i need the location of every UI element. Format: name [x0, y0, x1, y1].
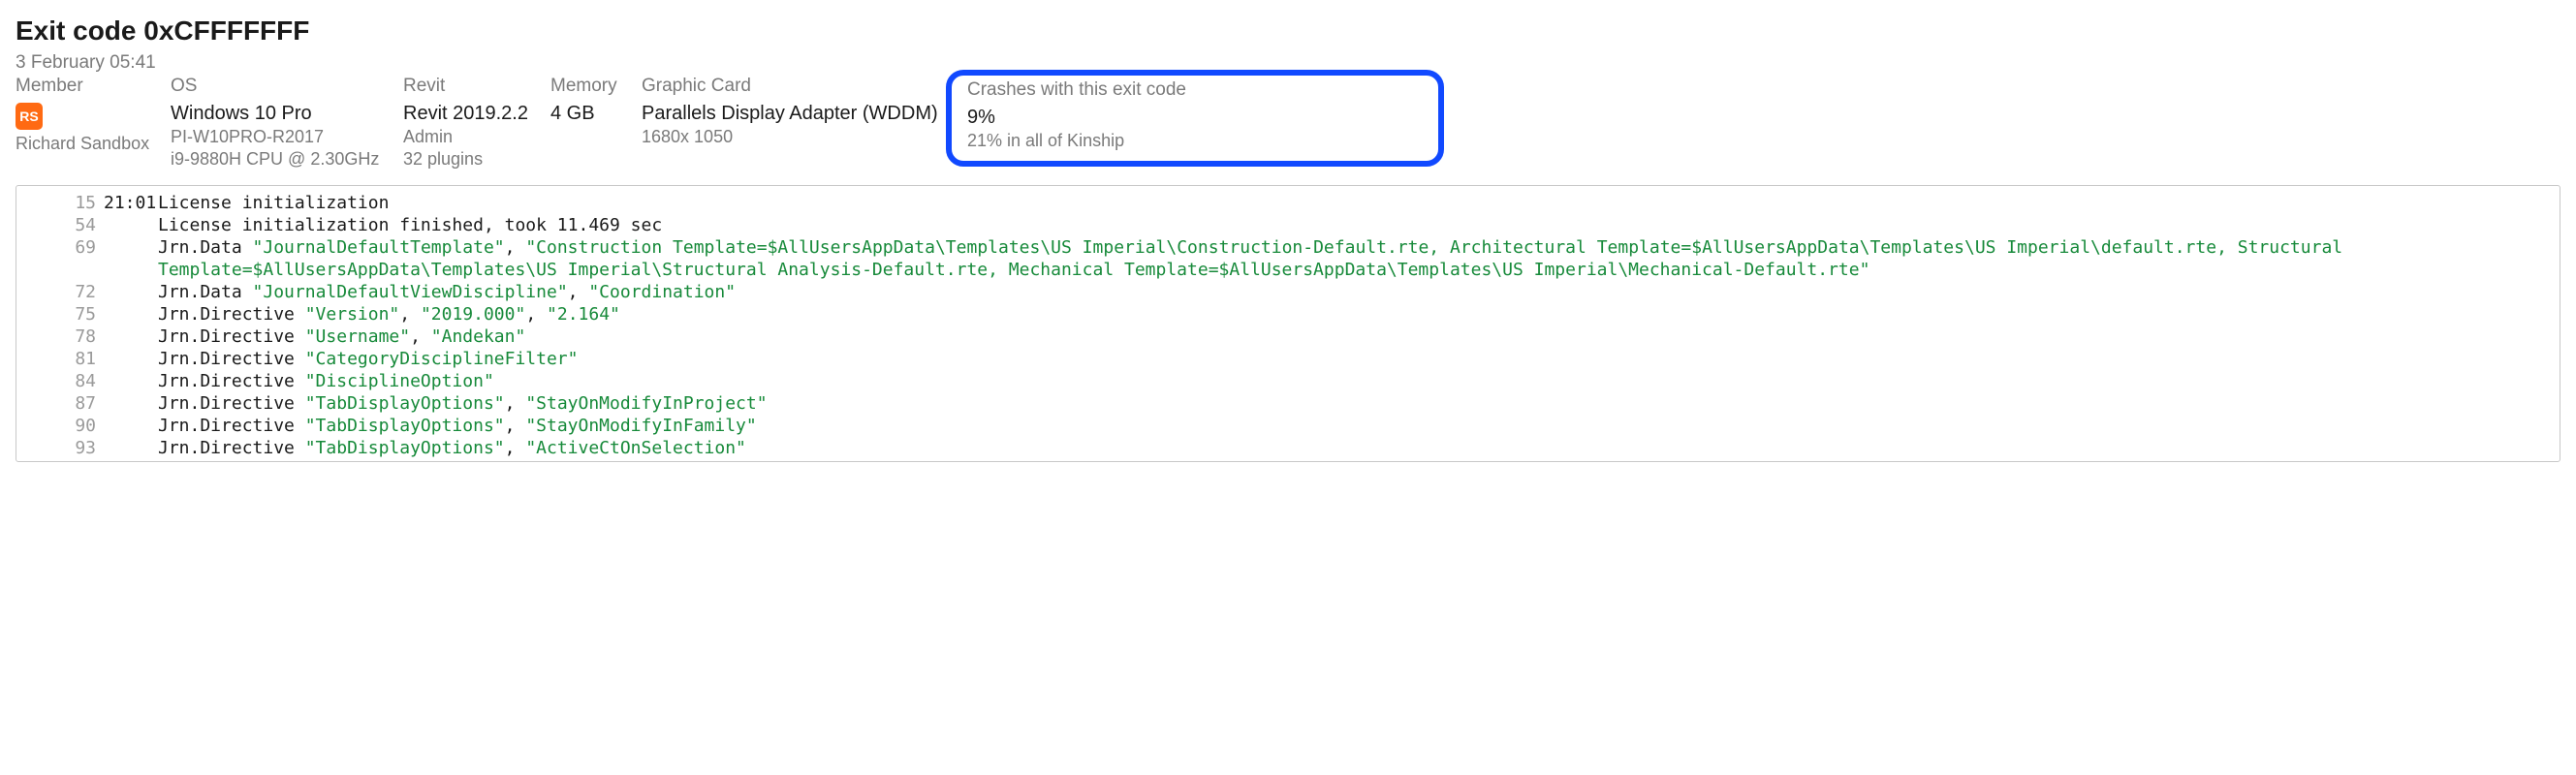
log-timestamp	[104, 214, 158, 236]
log-timestamp	[104, 415, 158, 437]
log-timestamp	[104, 236, 158, 281]
line-number: 81	[16, 348, 104, 370]
details-row: Member RS Richard Sandbox OS Windows 10 …	[16, 76, 2560, 171]
log-line: 90 Jrn.Directive "TabDisplayOptions", "St…	[16, 415, 2560, 437]
log-content: License initialization	[158, 192, 2560, 214]
line-number: 90	[16, 415, 104, 437]
label-revit: Revit	[403, 76, 527, 97]
log-content: Jrn.Directive "Version", "2019.000", "2.…	[158, 303, 2560, 326]
gpu-value: Parallels Display Adapter (WDDM)	[642, 103, 928, 125]
log-content: Jrn.Directive "TabDisplayOptions", "Stay…	[158, 392, 2560, 415]
log-content: Jrn.Directive "DisciplineOption"	[158, 370, 2560, 392]
label-member: Member	[16, 76, 147, 97]
crashes-global: 21% in all of Kinship	[967, 131, 1186, 151]
log-line: 81 Jrn.Directive "CategoryDisciplineFilte…	[16, 348, 2560, 370]
log-timestamp: 21:01	[104, 192, 158, 214]
log-timestamp	[104, 326, 158, 348]
log-content: Jrn.Data "JournalDefaultTemplate", "Cons…	[158, 236, 2560, 281]
member-name: Richard Sandbox	[16, 134, 147, 154]
memory-value: 4 GB	[550, 103, 618, 125]
col-revit: Revit Revit 2019.2.2 Admin 32 plugins	[403, 76, 550, 171]
log-line: 93 Jrn.Directive "TabDisplayOptions", "Ac…	[16, 437, 2560, 459]
log-line: 1521:01 License initialization	[16, 192, 2560, 214]
log-content: Jrn.Directive "CategoryDisciplineFilter"	[158, 348, 2560, 370]
log-content: Jrn.Directive "Username", "Andekan"	[158, 326, 2560, 348]
line-number: 15	[16, 192, 104, 214]
log-line: 69 Jrn.Data "JournalDefaultTemplate", "Co…	[16, 236, 2560, 281]
col-memory: Memory 4 GB	[550, 76, 642, 127]
avatar: RS	[16, 103, 43, 130]
log-timestamp	[104, 303, 158, 326]
line-number: 78	[16, 326, 104, 348]
revit-plugins: 32 plugins	[403, 149, 527, 170]
log-line: 84 Jrn.Directive "DisciplineOption"	[16, 370, 2560, 392]
log-line: 72 Jrn.Data "JournalDefaultViewDiscipline…	[16, 281, 2560, 303]
log-timestamp	[104, 348, 158, 370]
revit-role: Admin	[403, 127, 527, 147]
line-number: 69	[16, 236, 104, 281]
log-content: Jrn.Directive "TabDisplayOptions", "Acti…	[158, 437, 2560, 459]
label-os: OS	[171, 76, 380, 97]
col-gpu: Graphic Card Parallels Display Adapter (…	[642, 76, 952, 149]
line-number: 72	[16, 281, 104, 303]
log-line: 87 Jrn.Directive "TabDisplayOptions", "St…	[16, 392, 2560, 415]
line-number: 75	[16, 303, 104, 326]
log-timestamp	[104, 370, 158, 392]
os-cpu: i9-9880H CPU @ 2.30GHz	[171, 149, 380, 170]
os-value: Windows 10 Pro	[171, 103, 380, 125]
label-crashes: Crashes with this exit code	[967, 79, 1186, 101]
col-member: Member RS Richard Sandbox	[16, 76, 171, 156]
os-hostname: PI-W10PRO-R2017	[171, 127, 380, 147]
page-title: Exit code 0xCFFFFFFF	[16, 16, 2560, 46]
label-memory: Memory	[550, 76, 618, 97]
log-content: Jrn.Data "JournalDefaultViewDiscipline",…	[158, 281, 2560, 303]
log-line: 75 Jrn.Directive "Version", "2019.000", "…	[16, 303, 2560, 326]
line-number: 54	[16, 214, 104, 236]
line-number: 84	[16, 370, 104, 392]
log-timestamp	[104, 392, 158, 415]
crashes-pct: 9%	[967, 107, 1186, 129]
line-number: 93	[16, 437, 104, 459]
revit-value: Revit 2019.2.2	[403, 103, 527, 125]
label-gpu: Graphic Card	[642, 76, 928, 97]
log-timestamp	[104, 437, 158, 459]
gpu-resolution: 1680x 1050	[642, 127, 928, 147]
log-viewer[interactable]: 1521:01 License initialization54License …	[16, 185, 2560, 462]
log-line: 78 Jrn.Directive "Username", "Andekan"	[16, 326, 2560, 348]
log-content: License initialization finished, took 11…	[158, 214, 2560, 236]
line-number: 87	[16, 392, 104, 415]
log-line: 54 License initialization finished, took …	[16, 214, 2560, 236]
col-os: OS Windows 10 Pro PI-W10PRO-R2017 i9-988…	[171, 76, 403, 171]
timestamp: 3 February 05:41	[16, 52, 2560, 74]
col-crashes: Crashes with this exit code 9% 21% in al…	[952, 76, 1202, 161]
log-content: Jrn.Directive "TabDisplayOptions", "Stay…	[158, 415, 2560, 437]
log-timestamp	[104, 281, 158, 303]
